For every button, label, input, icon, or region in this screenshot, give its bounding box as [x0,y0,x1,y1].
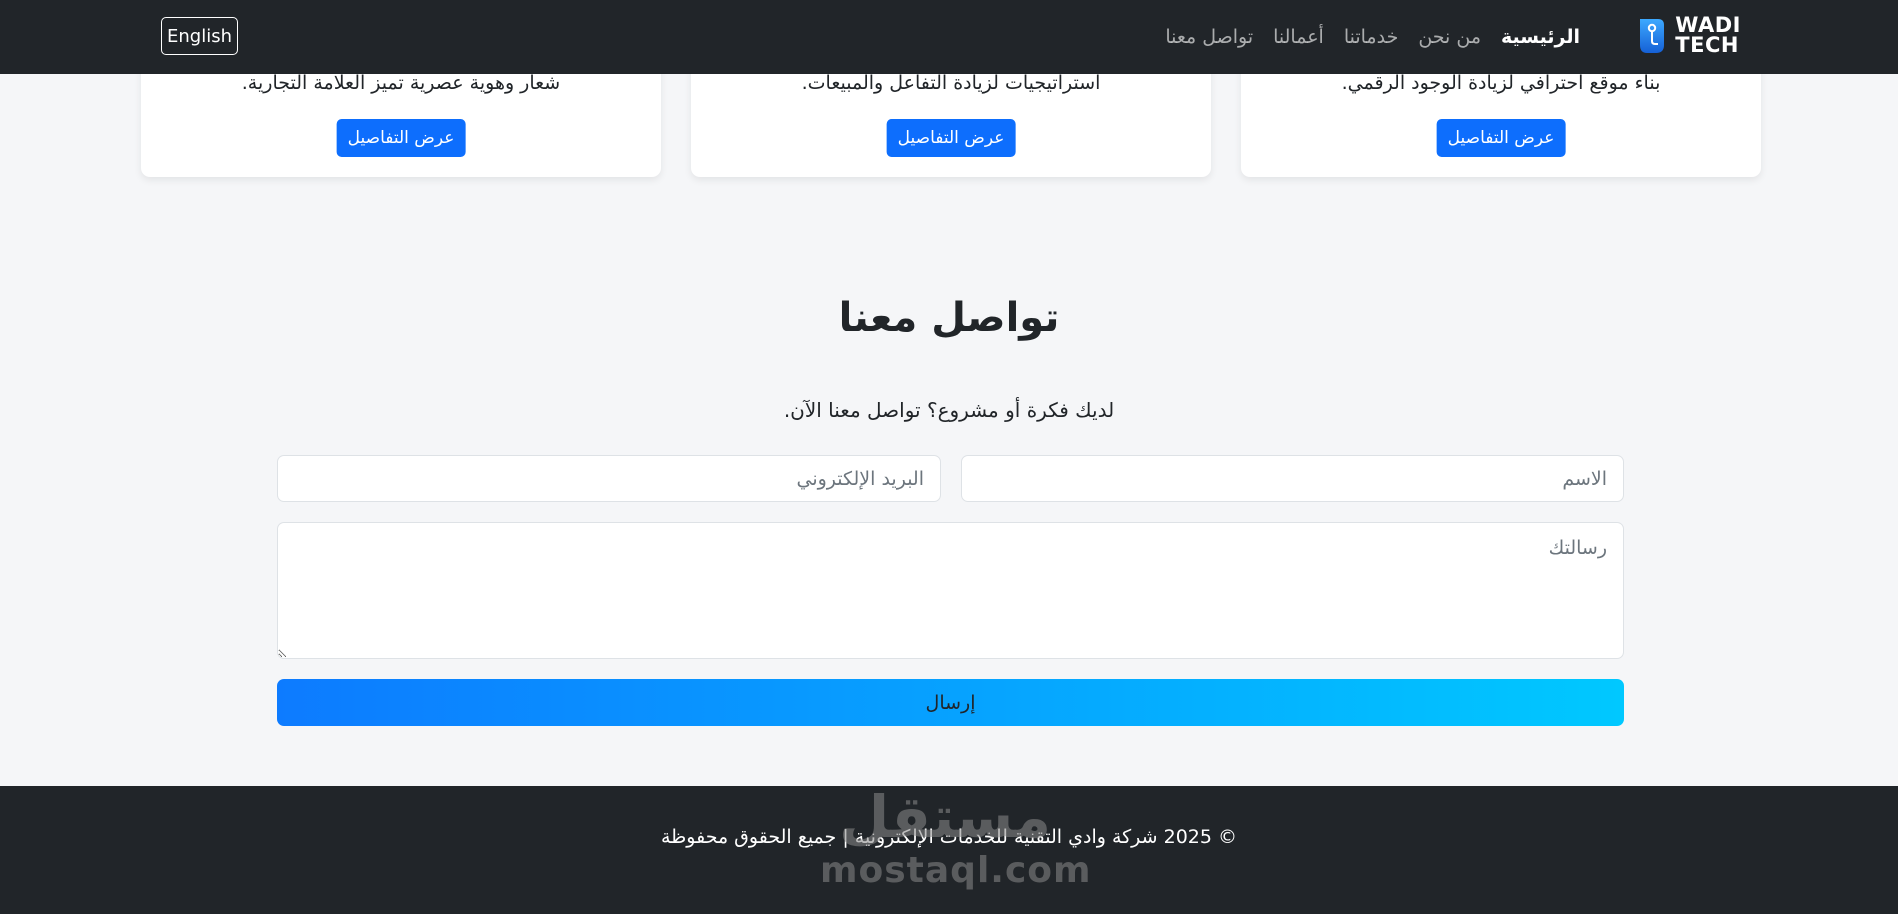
email-field[interactable] [277,455,941,502]
contact-section-subtitle: لديك فكرة أو مشروع؟ تواصل معنا الآن. [783,398,1115,422]
contact-section-title: تواصل معنا [838,295,1060,341]
nav-link-home[interactable]: الرئيسية [1501,26,1580,48]
brand-line-1: WADI [1675,13,1741,37]
nav-link-contact[interactable]: تواصل معنا [1165,26,1253,48]
language-toggle-button[interactable]: English [161,17,238,55]
nav-link-portfolio[interactable]: أعمالنا [1273,26,1324,48]
footer-copyright: © 2025 شركة وادي التقنية للخدمات الإلكتر… [660,826,1238,848]
name-field[interactable] [961,455,1624,502]
brand-name: WADI TECH [1675,13,1741,57]
view-details-button[interactable]: عرض التفاصيل [336,119,466,157]
service-card-description: شعار وهوية عصرية تميز العلامة التجارية. [241,72,561,94]
brand-line-2: TECH [1675,33,1739,57]
nav-link-about[interactable]: من نحن [1418,26,1481,48]
navbar: WADI TECH الرئيسية من نحن خدماتنا أعمالن… [0,0,1898,74]
nav-link-services[interactable]: خدماتنا [1344,26,1399,48]
nav-links: الرئيسية من نحن خدماتنا أعمالنا تواصل مع… [1165,0,1580,74]
brand-logo[interactable]: WADI TECH [1637,13,1741,57]
circuit-pin-logo-icon [1640,19,1665,53]
service-card-description: بناء موقع احترافي لزيادة الوجود الرقمي. [1341,72,1661,94]
service-card-description: استراتيجيات لزيادة التفاعل والمبيعات. [801,72,1101,94]
view-details-button[interactable]: عرض التفاصيل [1436,119,1566,157]
submit-button[interactable]: إرسال [277,679,1624,726]
view-details-button[interactable]: عرض التفاصيل [886,119,1016,157]
footer: © 2025 شركة وادي التقنية للخدمات الإلكتر… [0,786,1898,914]
message-field[interactable] [277,522,1624,659]
